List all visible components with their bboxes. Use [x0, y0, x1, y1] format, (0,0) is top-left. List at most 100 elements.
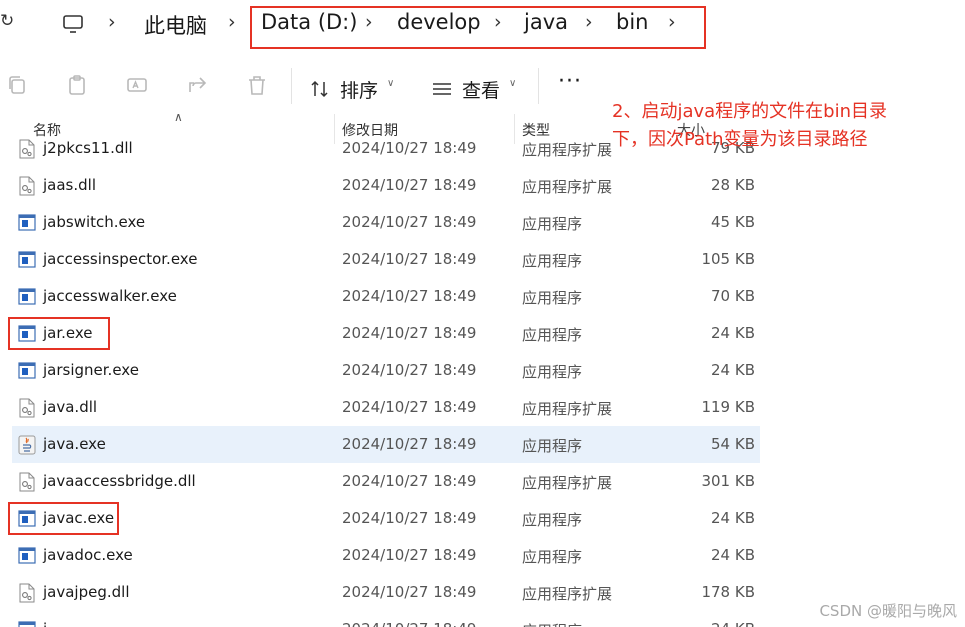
paste-icon[interactable] [66, 74, 88, 96]
chevron-right-icon[interactable]: › [108, 11, 116, 33]
delete-icon[interactable] [246, 74, 268, 96]
file-size: 54 KB [711, 435, 755, 453]
file-name: jarsigner.exe [43, 361, 139, 379]
watermark: CSDN @暖阳与晚风 [819, 602, 957, 620]
file-size: 178 KB [701, 583, 755, 601]
file-date: 2024/10/27 18:49 [342, 620, 476, 627]
file-size: 28 KB [711, 176, 755, 194]
file-name: java.dll [43, 398, 98, 416]
dll-file-icon [19, 176, 35, 196]
file-highlight-box [8, 317, 110, 350]
file-row[interactable]: j 2024/10/27 18:49 应用程序 24 KB [12, 611, 760, 627]
exe-file-icon [18, 362, 36, 379]
file-type: 应用程序 [522, 437, 583, 455]
file-type: 应用程序扩展 [522, 178, 613, 196]
file-list: j2pkcs11.dll 2024/10/27 18:49 应用程序扩展 79 KB j… [0, 138, 965, 627]
toolbar-divider [538, 68, 539, 104]
file-row[interactable]: java.exe 2024/10/27 18:49 应用程序 54 KB [12, 426, 760, 463]
file-row[interactable]: jaccesswalker.exe 2024/10/27 18:49 应用程序 70 … [12, 278, 760, 315]
refresh-icon[interactable]: ↻ [0, 11, 14, 31]
chevron-right-icon[interactable]: › [228, 11, 236, 33]
file-size: 45 KB [711, 213, 755, 231]
file-row[interactable]: javadoc.exe 2024/10/27 18:49 应用程序 24 KB [12, 537, 760, 574]
file-date: 2024/10/27 18:49 [342, 583, 477, 601]
java-app-icon [18, 435, 36, 455]
file-row[interactable]: jabswitch.exe 2024/10/27 18:49 应用程序 45 KB [12, 204, 760, 241]
file-type: 应用程序 [522, 326, 583, 344]
file-highlight-box [8, 502, 119, 535]
file-name: javadoc.exe [43, 546, 133, 564]
toolbar-divider [291, 68, 292, 104]
annotation-line: 2、启动java程序的文件在bin目录 [612, 101, 887, 122]
address-bar[interactable]: ↻ › 此电脑 › Data (D:) › develop › java › b… [0, 0, 965, 52]
view-button[interactable]: 查看 [462, 76, 500, 103]
file-date: 2024/10/27 18:49 [342, 213, 477, 231]
file-date: 2024/10/27 18:49 [342, 361, 477, 379]
file-size: 119 KB [701, 398, 755, 416]
more-options-button[interactable]: ··· [558, 69, 582, 94]
file-name: jabswitch.exe [43, 213, 146, 231]
breadcrumb-this-pc[interactable]: 此电脑 [144, 10, 207, 40]
sort-icon [311, 80, 328, 98]
file-type: 应用程序扩展 [522, 585, 613, 603]
file-name: j [43, 620, 47, 627]
file-type: 应用程序 [522, 215, 583, 233]
column-header-name[interactable]: 名称 [33, 120, 61, 140]
file-name: javajpeg.dll [43, 583, 130, 601]
file-date: 2024/10/27 18:49 [342, 546, 477, 564]
dll-file-icon [19, 139, 35, 159]
column-header-type[interactable]: 类型 [522, 120, 550, 140]
dll-file-icon [19, 583, 35, 603]
file-name: j2pkcs11.dll [43, 139, 133, 157]
file-date: 2024/10/27 18:49 [342, 435, 477, 453]
file-row[interactable]: jaas.dll 2024/10/27 18:49 应用程序扩展 28 KB [12, 167, 760, 204]
share-icon[interactable] [186, 74, 208, 96]
exe-file-icon [18, 288, 36, 305]
exe-file-icon [18, 621, 36, 627]
file-row[interactable]: jaccessinspector.exe 2024/10/27 18:49 应用程序… [12, 241, 760, 278]
copy-icon[interactable] [6, 74, 28, 96]
file-size: 24 KB [711, 509, 755, 527]
file-type: 应用程序 [522, 548, 583, 566]
file-row[interactable]: javac.exe 2024/10/27 18:49 应用程序 24 KB [12, 500, 760, 537]
file-type: 应用程序 [522, 363, 583, 381]
file-date: 2024/10/27 18:49 [342, 472, 477, 490]
sort-button[interactable]: 排序 [340, 76, 378, 103]
dll-file-icon [19, 398, 35, 418]
file-type: 应用程序 [522, 252, 583, 270]
file-name: javaaccessbridge.dll [43, 472, 196, 490]
view-icon [433, 83, 451, 95]
file-name: jaas.dll [43, 176, 96, 194]
file-size: 24 KB [711, 361, 755, 379]
file-type: 应用程序扩展 [522, 400, 613, 418]
sort-ascending-icon: ∧ [174, 110, 183, 124]
dll-file-icon [19, 472, 35, 492]
file-date: 2024/10/27 18:49 [342, 324, 477, 342]
file-date: 2024/10/27 18:49 [342, 398, 477, 416]
file-size: 24 KB [711, 620, 755, 627]
file-row[interactable]: jarsigner.exe 2024/10/27 18:49 应用程序 24 KB [12, 352, 760, 389]
file-row[interactable]: javaaccessbridge.dll 2024/10/27 18:49 应用程序… [12, 463, 760, 500]
annotation-note: 2、启动java程序的文件在bin目录 下，因次Path变量为该目录路径 [612, 98, 932, 154]
file-type: 应用程序扩展 [522, 474, 613, 492]
column-header-date[interactable]: 修改日期 [342, 120, 398, 140]
file-size: 70 KB [711, 287, 755, 305]
file-size: 24 KB [711, 546, 755, 564]
file-date: 2024/10/27 18:49 [342, 287, 477, 305]
file-date: 2024/10/27 18:49 [342, 509, 477, 527]
file-name: jaccesswalker.exe [43, 287, 177, 305]
chevron-down-icon: ∨ [387, 78, 395, 89]
file-type: 应用程序扩展 [522, 141, 613, 159]
file-type: 应用程序 [522, 289, 583, 307]
file-row[interactable]: javajpeg.dll 2024/10/27 18:49 应用程序扩展 178 KB [12, 574, 760, 611]
file-type: 应用程序 [522, 620, 582, 627]
file-row[interactable]: jar.exe 2024/10/27 18:49 应用程序 24 KB [12, 315, 760, 352]
file-size: 105 KB [701, 250, 755, 268]
rename-icon[interactable] [126, 74, 148, 96]
annotation-line: 下，因次Path变量为该目录路径 [612, 129, 868, 150]
file-date: 2024/10/27 18:49 [342, 139, 477, 157]
file-type: 应用程序 [522, 511, 583, 529]
file-name: jaccessinspector.exe [43, 250, 198, 268]
file-row[interactable]: java.dll 2024/10/27 18:49 应用程序扩展 119 KB [12, 389, 760, 426]
file-size: 301 KB [701, 472, 755, 490]
